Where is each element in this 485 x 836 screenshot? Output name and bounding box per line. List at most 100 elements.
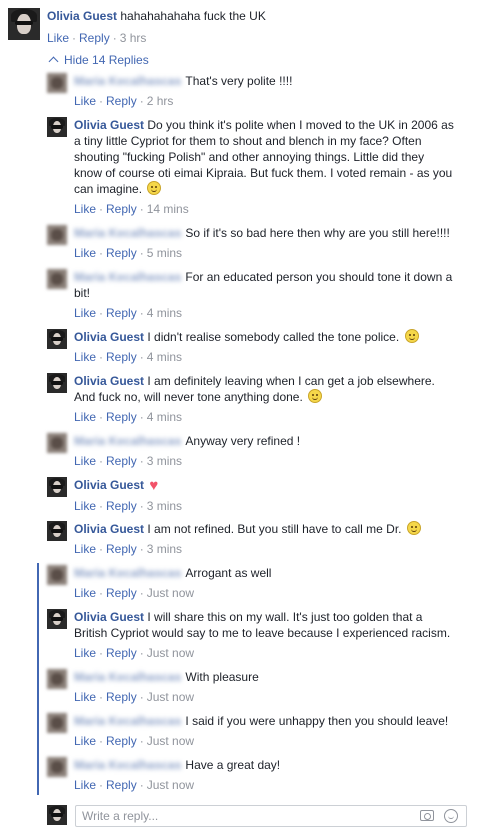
comment-text: hahahahahaha fuck the UK [120,9,266,23]
avatar[interactable] [47,565,67,585]
timestamp: 3 hrs [119,31,147,45]
reply-item: Olivia Guest ♥ Like · Reply · 3 mins [47,477,454,514]
reply-link[interactable]: Reply [106,734,137,748]
reply-item: Maria Kecalhascas Anyway very refined ! Li… [47,433,454,469]
reply-link[interactable]: Reply [106,94,137,108]
heart-emoji-icon: ♥ [149,477,159,494]
reply-text: With pleasure [185,670,259,684]
like-link[interactable]: Like [74,410,96,424]
like-link[interactable]: Like [74,246,96,260]
avatar[interactable] [47,117,67,137]
reply-author[interactable]: Olivia Guest [74,330,144,344]
reply-link[interactable]: Reply [79,31,110,45]
emoji-icon[interactable] [444,809,458,823]
hide-replies-link[interactable]: Hide 14 Replies [48,53,149,67]
like-link[interactable]: Like [74,646,96,660]
reply-link[interactable]: Reply [106,454,137,468]
like-link[interactable]: Like [74,94,96,108]
timestamp: Just now [146,586,195,600]
timestamp: 3 mins [146,499,183,513]
smiley-emoji-icon [404,329,419,343]
like-link[interactable]: Like [74,542,96,556]
avatar[interactable] [47,713,67,733]
reply-link[interactable]: Reply [106,306,137,320]
reply-link[interactable]: Reply [106,410,137,424]
avatar[interactable] [47,521,67,541]
reply-text: I said if you were unhappy then you shou… [185,714,449,728]
reply-author[interactable]: Olivia Guest [74,522,144,536]
reply-author[interactable]: Olivia Guest [74,478,144,492]
avatar[interactable] [47,757,67,777]
timestamp: Just now [146,646,195,660]
reply-author[interactable]: Maria Kecalhascas [74,433,181,449]
reply-author[interactable]: Maria Kecalhascas [74,565,181,581]
chevron-up-icon [48,56,59,67]
timestamp: 3 mins [146,454,183,468]
like-link[interactable]: Like [74,306,96,320]
reply-link[interactable]: Reply [106,350,137,364]
reply-link[interactable]: Reply [106,246,137,260]
reply-link[interactable]: Reply [106,646,137,660]
like-link[interactable]: Like [47,31,69,45]
reply-input[interactable] [76,806,396,826]
avatar[interactable] [47,477,67,497]
reply-link[interactable]: Reply [106,778,137,792]
like-link[interactable]: Like [74,499,96,513]
reply-text: That's very polite !!!! [185,74,293,88]
avatar[interactable] [47,269,67,289]
reply-item: Maria Kecalhascas Have a great day! Like · R… [47,757,454,793]
reply-item: Maria Kecalhascas I said if you were unha… [47,713,454,749]
composer-avatar [47,805,67,825]
timestamp: 4 mins [146,410,183,424]
avatar[interactable] [47,669,67,689]
like-link[interactable]: Like [74,350,96,364]
comment-author[interactable]: Olivia Guest [47,9,117,23]
avatar[interactable] [47,373,67,393]
avatar[interactable] [47,225,67,245]
reply-text: I didn't realise somebody called the ton… [147,330,400,344]
reply-link[interactable]: Reply [106,542,137,556]
reply-item: Maria Kecalhascas With pleasure Like · Reply… [47,669,454,705]
reply-text: Anyway very refined ! [185,434,301,448]
avatar[interactable] [8,8,40,40]
reply-author[interactable]: Olivia Guest [74,374,144,388]
reply-author[interactable]: Olivia Guest [74,118,144,132]
smiley-emoji-icon [308,389,323,403]
reply-author[interactable]: Maria Kecalhascas [74,225,181,241]
timestamp: 2 hrs [146,94,174,108]
reply-item: Maria Kecalhascas So if it's so bad here … [47,225,454,261]
reply-item: Olivia Guest I am definitely leaving whe… [47,373,454,425]
reply-item: Maria Kecalhascas That's very polite !!!!… [47,73,454,109]
timestamp: 4 mins [146,350,183,364]
like-link[interactable]: Like [74,586,96,600]
like-link[interactable]: Like [74,778,96,792]
timestamp: Just now [146,690,195,704]
reply-author[interactable]: Maria Kecalhascas [74,73,181,89]
avatar[interactable] [47,73,67,93]
camera-icon[interactable] [420,810,434,821]
reply-author[interactable]: Olivia Guest [74,610,144,624]
like-link[interactable]: Like [74,202,96,216]
reply-item: Olivia Guest I will share this on my wal… [47,609,454,661]
reply-author[interactable]: Maria Kecalhascas [74,269,181,285]
reply-box[interactable] [75,805,467,827]
avatar[interactable] [47,433,67,453]
reply-item: Maria Kecalhascas For an educated person … [47,269,454,321]
avatar[interactable] [47,609,67,629]
reply-author[interactable]: Maria Kecalhascas [74,713,181,729]
timestamp: 14 mins [146,202,189,216]
like-link[interactable]: Like [74,454,96,468]
reply-link[interactable]: Reply [106,586,137,600]
like-link[interactable]: Like [74,690,96,704]
reply-text: So if it's so bad here then why are you … [185,226,450,240]
like-link[interactable]: Like [74,734,96,748]
avatar[interactable] [47,329,67,349]
timestamp: 3 mins [146,542,183,556]
reply-author[interactable]: Maria Kecalhascas [74,757,181,773]
reply-link[interactable]: Reply [106,499,137,513]
reply-link[interactable]: Reply [106,202,137,216]
reply-item: Olivia Guest I didn't realise somebody c… [47,329,454,365]
reply-link[interactable]: Reply [106,690,137,704]
reply-item: Olivia Guest Do you think it's polite wh… [47,117,454,217]
reply-author[interactable]: Maria Kecalhascas [74,669,181,685]
